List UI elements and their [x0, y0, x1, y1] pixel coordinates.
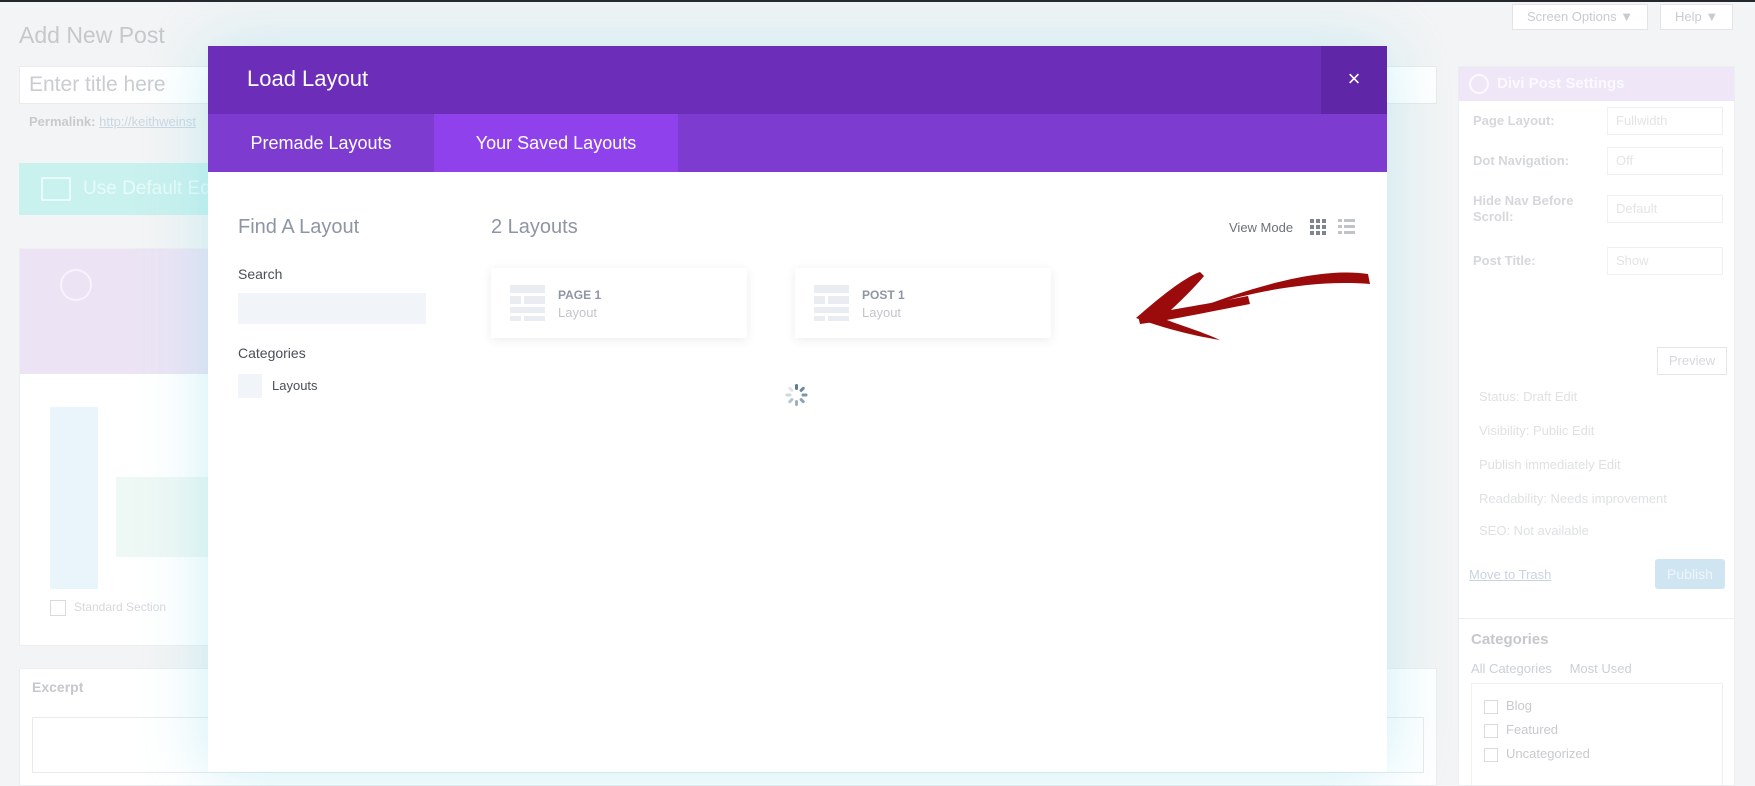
builder-column: [116, 477, 216, 557]
category-label-layouts: Layouts: [272, 378, 318, 393]
close-button[interactable]: ×: [1321, 46, 1387, 114]
seo-line: SEO: Not available: [1479, 523, 1589, 538]
layout-name: POST 1: [862, 288, 905, 302]
excerpt-label: Excerpt: [32, 679, 84, 695]
layout-card-post-1[interactable]: POST 1 Layout: [795, 268, 1051, 338]
categories-tabs: All Categories Most Used: [1471, 661, 1646, 676]
layout-type: Layout: [862, 305, 902, 320]
categories-title: Categories: [1471, 631, 1549, 648]
use-default-editor-button[interactable]: Use Default Ed: [19, 163, 219, 215]
page-layout-label: Page Layout:: [1473, 113, 1555, 128]
layout-icon: [814, 285, 849, 321]
category-item[interactable]: Blog: [1484, 698, 1722, 722]
category-item[interactable]: Featured: [1484, 722, 1722, 746]
divi-logo-icon: [60, 269, 92, 301]
standard-section-button[interactable]: Standard Section: [50, 600, 166, 616]
find-layout-title: Find A Layout: [238, 216, 360, 238]
divi-builder-panel: [19, 248, 219, 646]
divi-post-settings-header[interactable]: Divi Post Settings: [1459, 67, 1734, 101]
divi-post-settings-box: Divi Post Settings Page Layout: Fullwidt…: [1458, 66, 1735, 631]
builder-header: [20, 249, 218, 374]
post-title-select[interactable]: Show: [1607, 247, 1723, 275]
layout-name: PAGE 1: [558, 288, 602, 302]
use-default-editor-label: Use Default Ed: [83, 178, 211, 199]
plus-icon: [50, 600, 66, 616]
tab-all-categories[interactable]: All Categories: [1471, 661, 1552, 676]
builder-column: [50, 407, 98, 589]
category-label: Uncategorized: [1506, 746, 1590, 761]
annotation-arrow: [1136, 272, 1370, 340]
layout-icon: [510, 285, 545, 321]
modal-title: Load Layout: [247, 66, 369, 91]
load-layout-modal: Load Layout × Premade Layouts Your Saved…: [208, 46, 1387, 772]
modal-tabs: Premade Layouts Your Saved Layouts: [208, 114, 1387, 172]
categories-list: Blog Featured Uncategorized: [1471, 683, 1723, 786]
category-checkbox-layouts[interactable]: [238, 374, 262, 398]
categories-label: Categories: [238, 345, 306, 361]
divi-post-settings-title: Divi Post Settings: [1497, 75, 1625, 92]
page-title: Add New Post: [19, 22, 165, 48]
layouts-count: 2 Layouts: [491, 216, 578, 238]
category-label: Featured: [1506, 722, 1559, 737]
dot-navigation-select[interactable]: Off: [1607, 147, 1723, 175]
readability-line: Readability: Needs improvement: [1479, 491, 1667, 506]
categories-box: Categories All Categories Most Used Blog…: [1458, 618, 1735, 786]
admin-bar-edge: [0, 0, 1755, 2]
page-layout-select[interactable]: Fullwidth: [1607, 107, 1723, 135]
tab-your-saved-layouts[interactable]: Your Saved Layouts: [434, 114, 678, 172]
checkbox[interactable]: [1484, 723, 1498, 738]
close-icon: ×: [1347, 66, 1361, 91]
visibility-line: Visibility: Public Edit: [1479, 423, 1595, 438]
layout-search-input[interactable]: [238, 293, 426, 324]
permalink-link[interactable]: http://keithweinst: [99, 114, 196, 129]
tab-most-used[interactable]: Most Used: [1570, 661, 1632, 676]
hide-nav-select[interactable]: Default: [1607, 195, 1723, 223]
move-to-trash-link[interactable]: Move to Trash: [1469, 567, 1551, 582]
screen-options-tab[interactable]: Screen Options ▼: [1512, 4, 1649, 30]
dot-navigation-label: Dot Navigation:: [1473, 153, 1570, 168]
editor-icon: [41, 177, 71, 201]
post-title-label: Post Title:: [1473, 253, 1536, 268]
status-line: Status: Draft Edit: [1479, 389, 1578, 404]
layout-type: Layout: [558, 305, 598, 320]
category-label: Blog: [1506, 698, 1533, 713]
permalink: Permalink: http://keithweinst: [29, 114, 196, 129]
loading-spinner-icon: [785, 383, 809, 407]
tab-premade-layouts[interactable]: Premade Layouts: [208, 114, 434, 172]
publish-time-line: Publish immediately Edit: [1479, 457, 1621, 472]
list-view-icon[interactable]: [1338, 219, 1355, 235]
permalink-label: Permalink:: [29, 114, 96, 129]
grid-view-icon[interactable]: [1310, 219, 1326, 235]
checkbox[interactable]: [1484, 699, 1498, 714]
checkbox[interactable]: [1484, 747, 1498, 762]
standard-section-label: Standard Section: [74, 600, 167, 615]
view-mode-label: View Mode: [1229, 220, 1294, 235]
category-item[interactable]: Uncategorized: [1484, 746, 1722, 770]
search-label: Search: [238, 266, 283, 282]
help-tab[interactable]: Help ▼: [1660, 4, 1734, 30]
preview-button[interactable]: Preview: [1657, 347, 1727, 375]
divi-logo-icon: [1469, 74, 1489, 94]
publish-button[interactable]: Publish: [1655, 559, 1725, 589]
modal-header: Load Layout ×: [208, 46, 1387, 114]
layout-card-page-1[interactable]: PAGE 1 Layout: [491, 268, 747, 338]
hide-nav-label: Hide Nav Before Scroll:: [1473, 193, 1574, 224]
